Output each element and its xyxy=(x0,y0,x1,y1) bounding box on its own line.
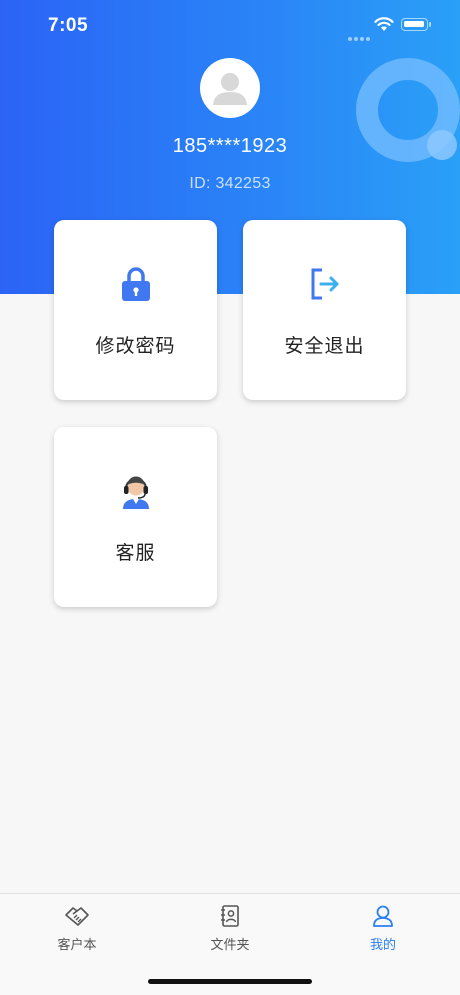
change-password-label: 修改密码 xyxy=(95,336,176,357)
logout-icon xyxy=(311,268,338,300)
home-indicator[interactable] xyxy=(148,979,312,984)
user-icon xyxy=(373,905,393,927)
customer-service-icon xyxy=(122,476,149,509)
cellular-signal-icon xyxy=(348,28,372,46)
avatar[interactable] xyxy=(200,58,260,118)
contact-book-icon xyxy=(221,905,239,927)
status-time: 7:05 xyxy=(48,15,89,36)
logout-label: 安全退出 xyxy=(284,336,365,357)
tab-folder-label: 文件夹 xyxy=(210,937,250,952)
user-id: ID: 342253 xyxy=(189,175,271,192)
tab-folder[interactable]: 文件夹 xyxy=(180,904,280,954)
wifi-icon xyxy=(374,17,394,31)
tab-mine[interactable]: 我的 xyxy=(333,904,433,954)
lock-icon xyxy=(121,267,150,301)
customer-service-label: 客服 xyxy=(115,543,156,564)
change-password-card[interactable]: 修改密码 xyxy=(54,220,217,400)
tab-customer-book-label: 客户本 xyxy=(57,937,97,952)
handshake-icon xyxy=(65,907,89,926)
default-avatar-icon xyxy=(213,73,247,105)
tab-mine-label: 我的 xyxy=(369,937,396,952)
logout-card[interactable]: 安全退出 xyxy=(243,220,406,400)
battery-icon xyxy=(401,18,431,31)
status-bar: 7:05 xyxy=(0,0,460,52)
customer-service-card[interactable]: 客服 xyxy=(54,427,217,607)
user-phone: 185****1923 xyxy=(172,135,288,157)
tab-customer-book[interactable]: 客户本 xyxy=(27,904,127,954)
